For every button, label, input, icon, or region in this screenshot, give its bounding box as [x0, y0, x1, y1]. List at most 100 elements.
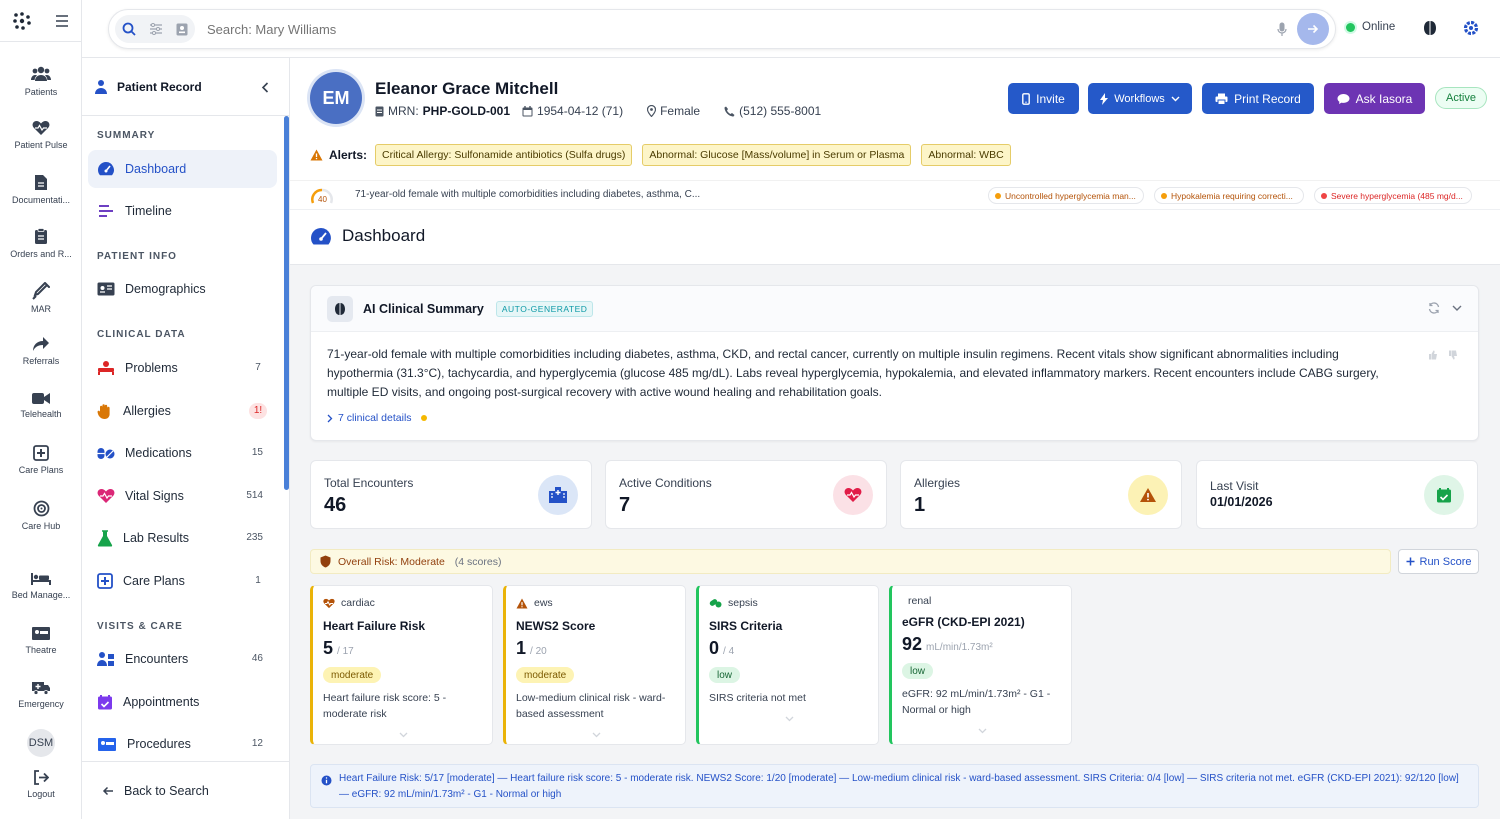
expand-chevron-icon[interactable] [592, 732, 601, 738]
nav-bed-management[interactable]: Bed Manage... [0, 572, 82, 600]
expand-chevron-icon[interactable] [978, 728, 987, 734]
search-input[interactable] [207, 18, 1257, 40]
risk-score-value: 1 [516, 638, 527, 658]
expand-chevron-icon[interactable] [399, 732, 408, 738]
risk-description: eGFR: 92 mL/min/1.73m² - G1 - Normal or … [902, 688, 1051, 716]
ai-summary-header[interactable]: AI Clinical Summary AUTO-GENERATED [311, 286, 1478, 332]
chevron-down-icon[interactable] [1452, 305, 1462, 311]
info-circle-icon [321, 775, 332, 786]
sidebar-item-vital-signs[interactable]: Vital Signs 514 [88, 477, 277, 515]
sidebar-scrollbar[interactable] [284, 116, 289, 490]
sidebar-item-encounters[interactable]: Encounters 46 [88, 640, 277, 678]
sidebar-item-medications[interactable]: Medications 15 [88, 434, 277, 472]
search-icon[interactable] [122, 22, 136, 36]
summary-tag[interactable]: Severe hyperglycemia (485 mg/d... [1314, 187, 1472, 204]
risk-level-badge: low [709, 667, 741, 683]
workflows-dropdown-button[interactable]: Workflows [1088, 83, 1192, 114]
stat-card-total-encounters[interactable]: Total Encounters 46 [310, 460, 592, 529]
invite-button[interactable]: Invite [1008, 83, 1079, 114]
nav-orders[interactable]: Orders and R... [0, 228, 82, 259]
print-record-button[interactable]: Print Record [1202, 83, 1314, 114]
stat-card-last-visit[interactable]: Last Visit 01/01/2026 [1196, 460, 1478, 529]
user-avatar[interactable]: DSM [27, 729, 55, 757]
tag-text: Severe hyperglycemia (485 mg/d... [1331, 190, 1463, 201]
nav-patient-pulse[interactable]: Patient Pulse [0, 120, 82, 150]
page-title: Dashboard [310, 226, 425, 246]
heart-pulse-icon [32, 121, 50, 135]
nav-emergency[interactable]: Emergency [0, 680, 82, 709]
menu-icon[interactable] [55, 14, 69, 27]
id-card-icon[interactable] [176, 23, 188, 36]
sidebar-item-label: Timeline [125, 204, 172, 218]
overall-risk-label: Overall Risk: Moderate [338, 555, 445, 568]
thumbs-up-icon[interactable] [1428, 350, 1438, 360]
tag-text: Uncontrolled hyperglycemia man... [1005, 190, 1136, 201]
nav-telehealth[interactable]: Telehealth [0, 392, 82, 419]
stat-card-active-conditions[interactable]: Active Conditions 7 [605, 460, 887, 529]
alert-chip[interactable]: Abnormal: WBC [921, 144, 1011, 166]
nav-referrals[interactable]: Referrals [0, 336, 82, 366]
alert-chip[interactable]: Abnormal: Glucose [Mass/volume] in Serum… [642, 144, 912, 166]
summary-tag[interactable]: Uncontrolled hyperglycemia man... [988, 187, 1144, 204]
filter-sliders-icon[interactable] [149, 23, 163, 35]
risk-category-label: sepsis [728, 597, 758, 609]
settings-gear-icon[interactable] [1462, 19, 1480, 37]
nav-patients[interactable]: Patients [0, 65, 82, 97]
sidebar-item-problems[interactable]: Problems 7 [88, 349, 277, 387]
app-logo-icon[interactable] [12, 11, 32, 31]
thumbs-down-icon[interactable] [1448, 350, 1458, 360]
risk-card-heart-failure[interactable]: cardiac Heart Failure Risk 5/ 17 moderat… [310, 585, 493, 745]
sidebar-item-care-plans[interactable]: Care Plans 1 [88, 562, 277, 600]
sex-value: Female [660, 104, 701, 118]
chevron-right-icon [327, 414, 333, 422]
video-camera-icon [32, 393, 50, 404]
nav-logout[interactable]: Logout [0, 770, 82, 799]
sidebar-item-allergies[interactable]: Allergies 1! [88, 392, 277, 430]
stat-value: 7 [619, 494, 631, 516]
collapse-chevron-icon[interactable] [261, 82, 269, 93]
back-to-search-button[interactable]: Back to Search [82, 761, 290, 819]
patient-header: EM Eleanor Grace Mitchell MRN: PHP-GOLD-… [290, 58, 1500, 265]
stat-card-allergies[interactable]: Allergies 1 [900, 460, 1182, 529]
risk-card-egfr[interactable]: renal eGFR (CKD-EPI 2021) 92 mL/min/1.73m… [889, 585, 1072, 745]
sidebar-item-dashboard[interactable]: Dashboard [88, 150, 277, 188]
medications-count-badge: 15 [251, 447, 263, 458]
ask-label: Ask Iasora [1355, 91, 1413, 106]
risk-title: eGFR (CKD-EPI 2021) [902, 615, 1025, 629]
sidebar-item-timeline[interactable]: Timeline [88, 192, 277, 230]
ai-summary-text: 71-year-old female with multiple comorbi… [327, 347, 1379, 399]
sidebar-item-label: Encounters [125, 652, 189, 666]
printer-icon [1215, 93, 1228, 105]
search-submit-button[interactable] [1297, 13, 1329, 45]
nav-documentation[interactable]: Documentati... [0, 174, 82, 205]
section-patient-info: PATIENT INFO [97, 251, 177, 262]
sidebar-item-lab-results[interactable]: Lab Results 235 [88, 519, 277, 557]
expand-chevron-icon[interactable] [785, 716, 794, 722]
page-title-text: Dashboard [342, 226, 426, 245]
summary-tag[interactable]: Hypokalemia requiring correcti... [1154, 187, 1304, 204]
summary-line[interactable]: 40 71-year-old female with multiple como… [290, 180, 1500, 210]
microphone-icon[interactable] [1277, 22, 1287, 37]
sidebar-item-appointments[interactable]: Appointments [88, 683, 277, 721]
sidebar-item-procedures[interactable]: Procedures 12 [88, 725, 277, 763]
stat-value: 46 [324, 494, 347, 516]
run-score-button[interactable]: Run Score [1398, 549, 1479, 574]
refresh-icon[interactable] [1428, 302, 1440, 314]
nav-care-hub[interactable]: Care Hub [0, 500, 82, 531]
alert-chip[interactable]: Critical Allergy: Sulfonamide antibiotic… [375, 144, 633, 166]
encounters-count-badge: 46 [251, 653, 263, 664]
nav-emergency-label: Emergency [18, 699, 64, 709]
risk-card-news2[interactable]: ews NEWS2 Score 1/ 20 moderate Low-mediu… [503, 585, 686, 745]
brain-icon[interactable] [1423, 20, 1437, 36]
nav-care-plans[interactable]: Care Plans [0, 445, 82, 475]
nav-mar[interactable]: MAR [0, 282, 82, 314]
ask-iasora-button[interactable]: Ask Iasora [1324, 83, 1425, 114]
risk-card-sirs[interactable]: sepsis SIRS Criteria 0/ 4 low SIRS crite… [696, 585, 879, 745]
risk-score: 5/ 17 [323, 638, 354, 659]
clinical-details-toggle[interactable]: 7 clinical details [327, 412, 427, 424]
sidebar-item-demographics[interactable]: Demographics [88, 270, 277, 308]
heart-pulse-icon [323, 598, 335, 608]
mrn: MRN: PHP-GOLD-001 [375, 104, 510, 118]
nav-theatre[interactable]: Theatre [0, 626, 82, 655]
problems-count-badge: 7 [255, 362, 261, 373]
